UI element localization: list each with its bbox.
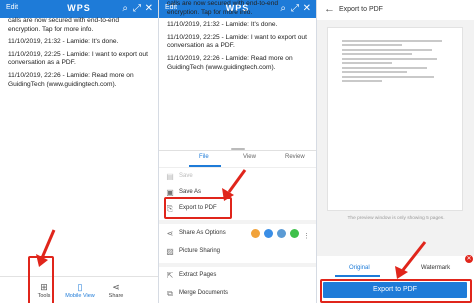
share-icon: ⋖ [166,229,174,238]
menu-item-merge-documents[interactable]: ⧉ Merge Documents [159,284,316,303]
share-apps-row: ⋮ [249,229,310,241]
back-arrow-icon[interactable]: ← [324,3,335,15]
export-pdf-panel: ← Export to PDF The preview window is on… [316,0,474,303]
whatsapp-icon[interactable] [290,229,300,238]
mobile-view-button[interactable]: ▯ Mobile View [65,281,95,299]
tools-highlight-box [28,256,54,303]
app-icon[interactable] [264,229,274,238]
fullscreen-icon[interactable]: ⤢ [133,2,141,16]
menu-item-label: Share As Options [179,230,226,236]
chat-line: calls are now secured with end-to-end en… [8,17,120,33]
export-pdf-highlight-box [164,197,232,219]
menu-item-picture-sharing[interactable]: ▨ Picture Sharing [159,242,316,262]
menu-item-label: Merge Documents [179,290,229,296]
export-button-highlight-box [320,279,472,303]
tab-file[interactable]: File [199,154,209,160]
sheet-handle[interactable] [231,148,245,150]
menu-item-label: Save [179,173,193,179]
search-icon[interactable]: ⌕ [122,2,128,16]
chat-line: 11/10/2019, 22:25 - Lamide: I want to ex… [8,50,148,67]
page-title: Export to PDF [339,6,383,13]
preview-text-line [342,67,427,69]
menu-tabs: File View Review [159,151,316,168]
preview-text-line [342,40,442,42]
close-icon[interactable]: ✕ [465,255,473,263]
export-header: ← Export to PDF [317,0,474,20]
active-tab-indicator [335,275,380,277]
share-icon: ⋖ [112,282,120,292]
document-content: calls are now secured with end-to-end en… [8,17,152,93]
tab-review[interactable]: Review [285,154,305,160]
chat-line: calls are now secured with end-to-end en… [167,0,279,16]
app-icon[interactable] [277,229,287,238]
document-view-panel: Edit WPS ⌕ ⤢ ✕ calls are now secured wit… [0,0,158,303]
picture-icon: ▨ [166,247,174,256]
menu-item-label: Extract Pages [179,272,217,278]
menu-item-label: Save As [179,189,202,195]
chat-line: 11/10/2019, 22:26 - Lamide: Read more on… [167,54,293,71]
chat-line: 11/10/2019, 21:32 - Lamide: It's done. [167,21,278,29]
pdf-preview [327,27,463,211]
file-menu-panel: Edit WPS ⌕ ⤢ ✕ calls are now secured wit… [158,0,316,303]
chat-line: 11/10/2019, 22:25 - Lamide: I want to ex… [167,33,307,50]
preview-text-line [342,71,407,73]
merge-icon: ⧉ [167,289,173,298]
tab-original[interactable]: Original [349,265,370,271]
mobile-view-label: Mobile View [65,293,95,299]
preview-text-line [342,76,434,78]
close-icon[interactable]: ✕ [145,2,153,16]
bottom-toolbar: ⊞ Tools ▯ Mobile View ⋖ Share [0,276,158,303]
preview-text-line [342,58,437,60]
save-as-icon: ▣ [166,188,174,197]
preview-text-line [342,44,402,46]
preview-note: The preview window is only showing 5 pag… [347,216,445,221]
preview-text-line [342,53,412,55]
extract-icon: ⇱ [166,271,174,280]
save-icon: ▤ [166,172,174,181]
more-icon[interactable]: ⋮ [303,232,310,241]
preview-text-line [342,80,382,82]
menu-item-share-as-options[interactable]: ⋖ Share As Options ⋮ [159,224,316,244]
preview-text-line [342,62,392,64]
share-label: Share [108,293,124,299]
chat-line: 11/10/2019, 21:32 - Lamide: It's done. [8,38,119,46]
preview-text-line [342,49,432,51]
tab-view[interactable]: View [243,154,256,160]
share-button[interactable]: ⋖ Share [101,281,131,299]
phone-icon: ▯ [77,282,83,292]
chat-line: 11/10/2019, 22:26 - Lamide: Read more on… [8,71,134,88]
app-icon[interactable] [251,229,261,238]
document-content: calls are now secured with end-to-end en… [167,0,310,76]
file-menu-sheet: File View Review ▤ Save ▣ Save As ⎘ Expo… [159,148,316,303]
app-header: Edit WPS ⌕ ⤢ ✕ [0,0,158,18]
menu-item-label: Picture Sharing [179,248,221,254]
menu-item-extract-pages[interactable]: ⇱ Extract Pages [159,266,316,286]
tab-watermark[interactable]: Watermark [421,265,450,271]
